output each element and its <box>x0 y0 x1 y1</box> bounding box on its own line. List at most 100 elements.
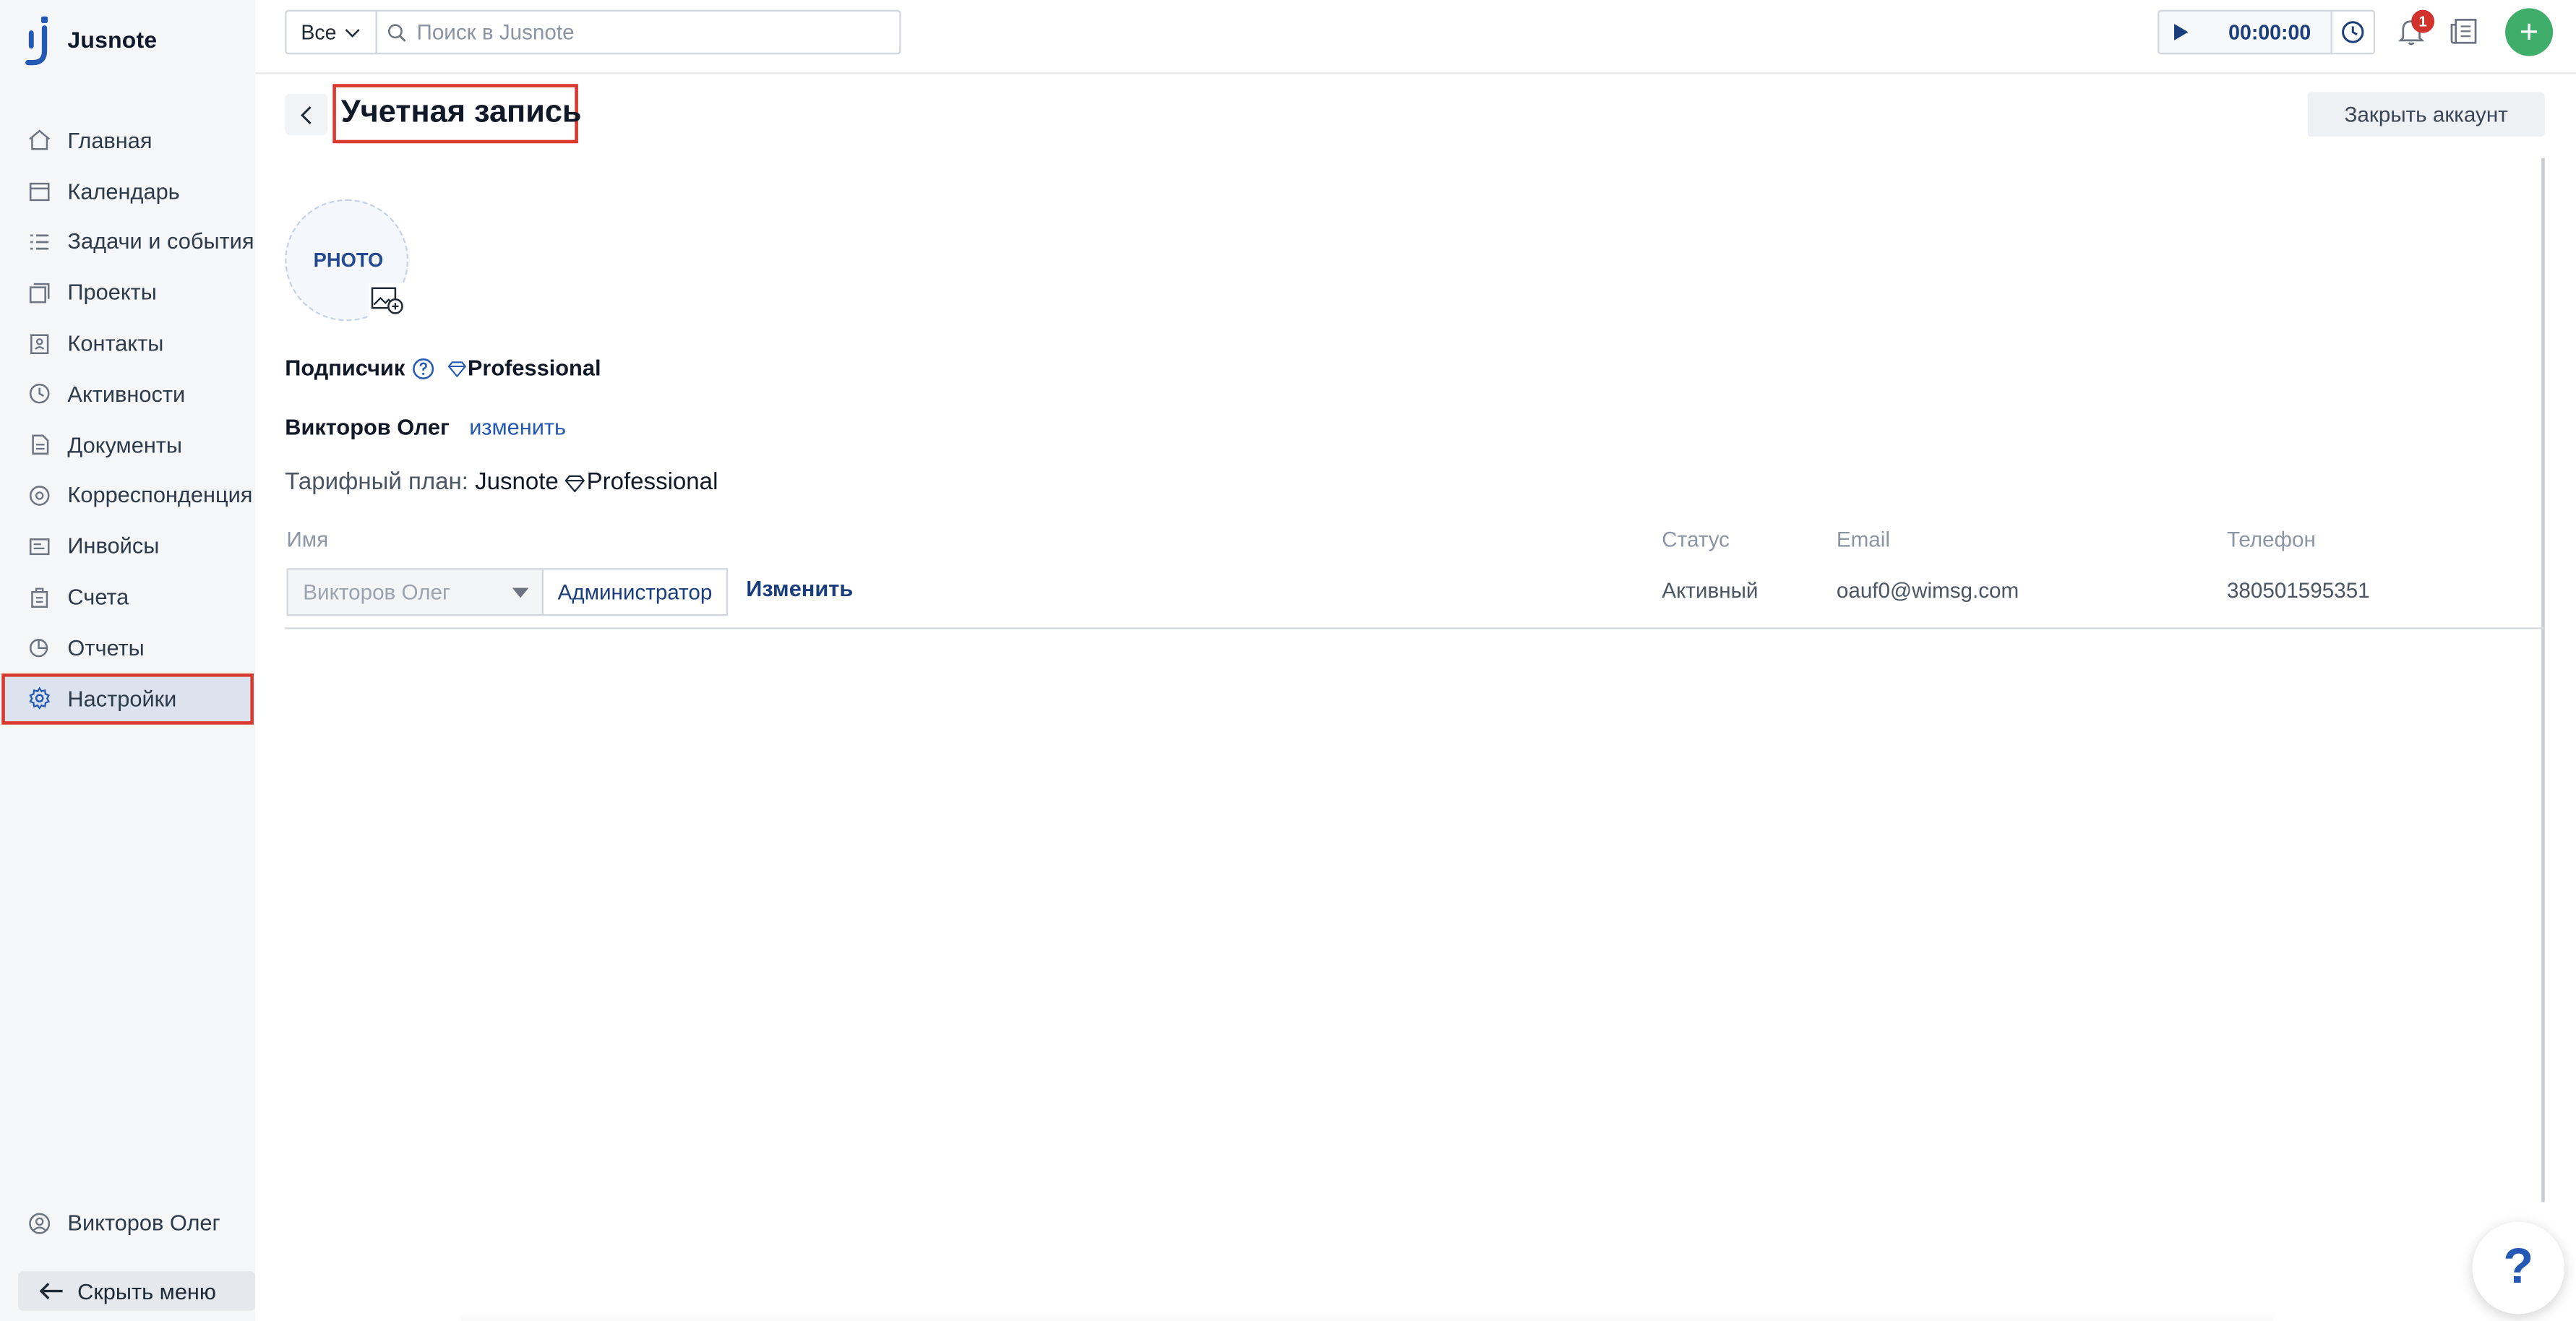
question-circle-icon[interactable] <box>411 356 434 379</box>
contacts-icon <box>30 333 49 354</box>
sidebar-item-label: Контакты <box>67 331 164 356</box>
plus-icon: + <box>2519 14 2539 51</box>
sidebar: Jusnote Главная Календарь Задачи и событ… <box>0 0 256 1321</box>
search-scope-value: Все <box>301 20 337 44</box>
subscriber-row: Подписчик Professional <box>285 356 601 380</box>
app-name: Jusnote <box>67 26 158 53</box>
user-phone: 380501595351 <box>2226 577 2370 603</box>
sidebar-item-reports[interactable]: Отчеты <box>0 622 255 673</box>
hide-menu-label: Скрыть меню <box>77 1278 217 1304</box>
image-upload-icon <box>369 283 405 317</box>
tariff-plan: Тарифный план: Jusnote Professional <box>285 469 718 495</box>
role-button[interactable]: Администратор <box>541 568 729 616</box>
sidebar-item-bills[interactable]: Счета <box>0 572 255 622</box>
bottom-shadow <box>461 1310 2273 1321</box>
search-input[interactable] <box>416 20 878 45</box>
tariff-plan-name: Professional <box>586 469 718 496</box>
sidebar-item-label: Главная <box>67 128 153 153</box>
search-icon <box>387 23 406 41</box>
tariff-product: Jusnote <box>475 469 559 496</box>
timer-history-button[interactable] <box>2330 11 2374 53</box>
diamond-icon <box>564 474 585 492</box>
timer-widget: 00:00:00 <box>2158 9 2376 55</box>
history-icon <box>2342 21 2364 43</box>
sidebar-item-contacts[interactable]: Контакты <box>0 318 255 369</box>
search-scope-select[interactable]: Все <box>285 9 377 55</box>
top-bar: Все 00:00:00 1 + <box>255 0 2576 74</box>
sidebar-item-settings[interactable]: Настройки <box>1 673 254 724</box>
avatar-upload[interactable]: PHOTO <box>285 199 409 322</box>
column-header-email: Email <box>1836 527 1890 552</box>
sidebar-nav: Главная Календарь Задачи и события Проек… <box>0 116 255 724</box>
sidebar-item-label: Настройки <box>67 686 177 711</box>
subscriber-label: Подписчик <box>285 356 405 381</box>
correspondence-icon <box>29 486 50 506</box>
sidebar-item-activity[interactable]: Активности <box>0 369 255 419</box>
user-select-value: Викторов Олег <box>303 580 450 605</box>
sidebar-item-label: Корреспонденция <box>67 483 253 508</box>
add-button[interactable]: + <box>2505 8 2554 56</box>
table-divider <box>285 627 2545 629</box>
sidebar-item-projects[interactable]: Проекты <box>0 267 255 318</box>
caret-down-icon <box>512 588 529 598</box>
sidebar-item-correspondence[interactable]: Корреспонденция <box>0 470 255 521</box>
jusnote-logo-icon <box>25 16 48 66</box>
search-box <box>375 9 901 55</box>
reports-icon <box>29 639 48 658</box>
sidebar-item-label: Документы <box>67 432 183 457</box>
user-name: Викторов Олег <box>67 1210 220 1236</box>
column-header-phone: Телефон <box>2226 527 2316 552</box>
scrollbar[interactable] <box>2541 158 2545 1202</box>
notifications-badge: 1 <box>2411 9 2435 33</box>
tariff-label: Тарифный план: <box>285 469 468 496</box>
hide-menu-button[interactable]: Скрыть меню <box>18 1271 256 1311</box>
user-select[interactable]: Викторов Олег <box>286 568 544 616</box>
owner-row: Викторов Олег изменить <box>285 415 566 439</box>
user-icon <box>29 1212 51 1234</box>
close-account-button[interactable]: Закрыть аккаунт <box>2307 92 2545 137</box>
sidebar-item-label: Счета <box>67 585 129 610</box>
owner-name: Викторов Олег <box>285 415 450 440</box>
sidebar-item-home[interactable]: Главная <box>0 116 255 166</box>
sidebar-item-invoices[interactable]: Инвойсы <box>0 521 255 572</box>
owner-edit-link[interactable]: изменить <box>469 415 566 439</box>
arrow-left-icon <box>39 1283 63 1300</box>
home-icon <box>29 130 51 151</box>
tasks-icon <box>30 234 49 250</box>
sidebar-item-label: Активности <box>67 382 186 407</box>
current-user[interactable]: Викторов Олег <box>28 1210 220 1235</box>
column-header-status: Статус <box>1662 527 1730 552</box>
edit-user-link[interactable]: Изменить <box>746 577 853 601</box>
chevron-left-icon <box>301 105 312 124</box>
chevron-down-icon <box>345 27 361 37</box>
gear-icon <box>29 687 51 710</box>
activity-icon <box>29 384 50 405</box>
column-header-name: Имя <box>286 527 329 552</box>
invoices-icon <box>29 538 50 555</box>
diamond-icon <box>447 361 466 376</box>
news-icon[interactable] <box>2447 15 2481 48</box>
sidebar-item-label: Отчеты <box>67 635 145 660</box>
sidebar-item-label: Проекты <box>67 280 157 306</box>
user-email: oauf0@wimsg.com <box>1836 577 2019 603</box>
sidebar-item-documents[interactable]: Документы <box>0 420 255 470</box>
photo-placeholder-label: PHOTO <box>313 249 384 272</box>
app-window: Jusnote Главная Календарь Задачи и событ… <box>0 0 2576 1321</box>
sidebar-item-calendar[interactable]: Календарь <box>0 166 255 217</box>
projects-icon <box>29 283 50 303</box>
sidebar-item-label: Задачи и события <box>67 229 254 255</box>
user-status: Активный <box>1662 577 1759 603</box>
calendar-icon <box>29 183 50 202</box>
page-title: Учетная запись <box>332 84 582 144</box>
help-button[interactable]: ? <box>2472 1221 2565 1314</box>
timer-value: 00:00:00 <box>2228 20 2311 44</box>
sidebar-item-label: Календарь <box>67 178 180 204</box>
subscriber-plan: Professional <box>467 356 601 381</box>
play-icon <box>2174 24 2189 40</box>
bills-icon <box>31 587 48 607</box>
logo[interactable]: Jusnote <box>25 13 157 66</box>
timer-play-button[interactable] <box>2160 12 2202 53</box>
sidebar-item-label: Инвойсы <box>67 533 160 559</box>
sidebar-item-tasks[interactable]: Задачи и события <box>0 217 255 267</box>
back-button[interactable] <box>285 93 328 135</box>
